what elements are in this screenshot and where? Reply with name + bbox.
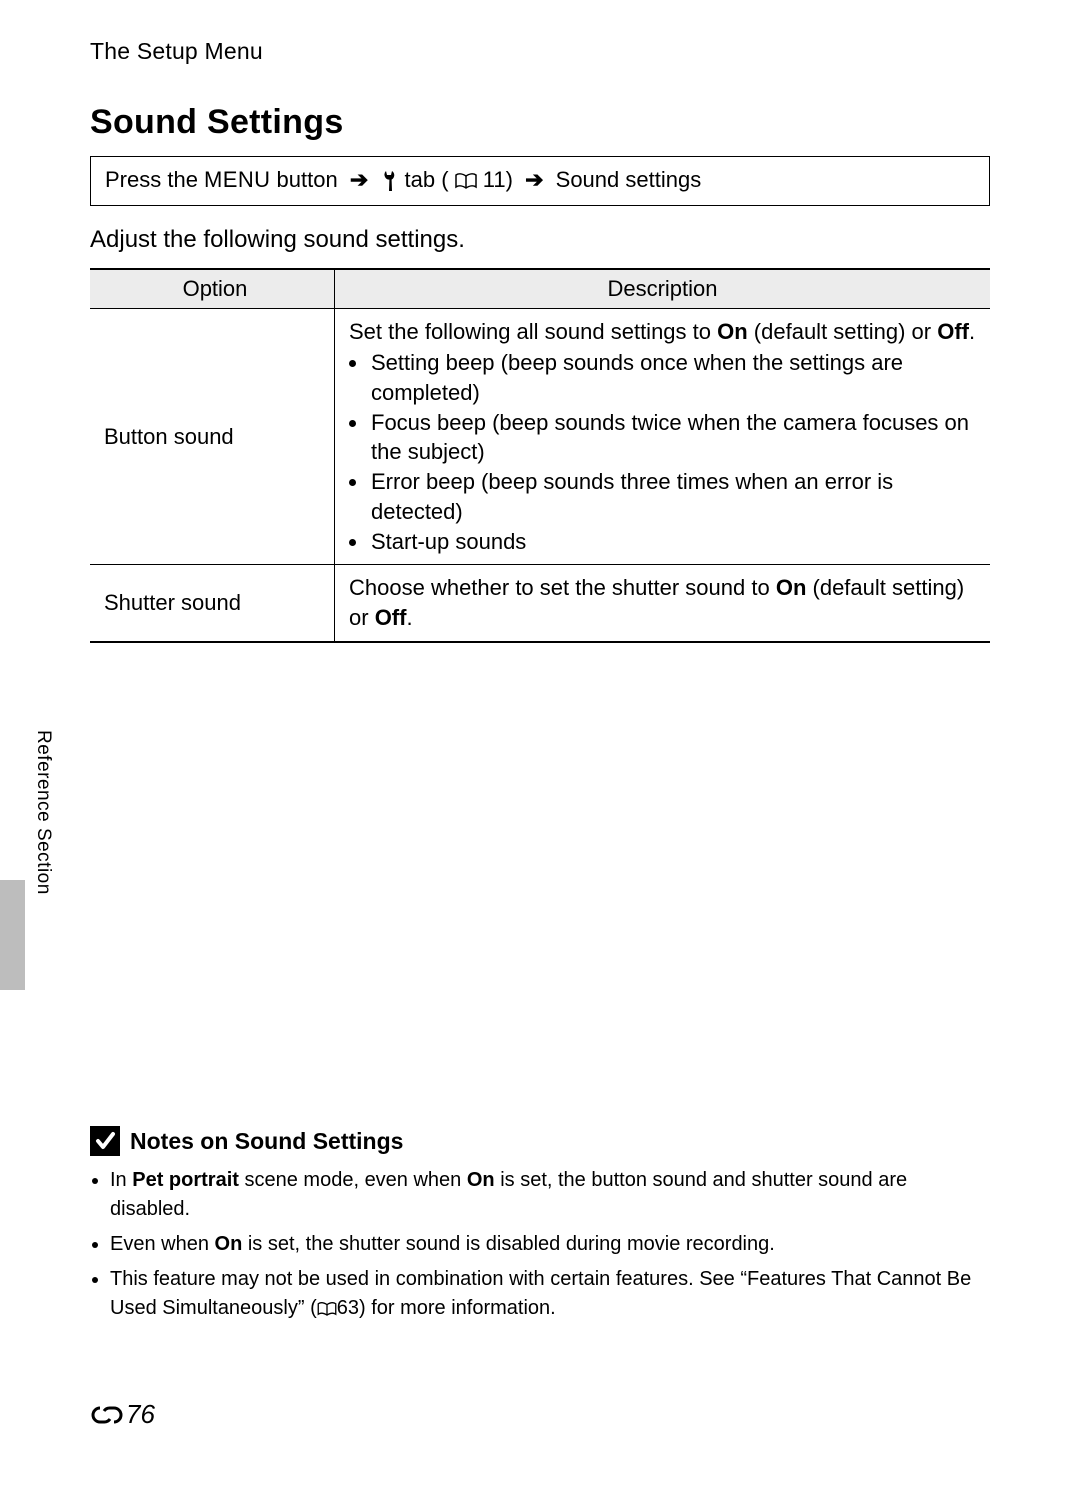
- reference-section-icon: [90, 1399, 124, 1430]
- menu-button-label: MENU: [204, 167, 270, 192]
- desc-bold: On: [776, 575, 807, 600]
- note-text: Even when: [110, 1233, 215, 1255]
- desc-bold: Off: [937, 319, 969, 344]
- nav-text: tab (: [405, 167, 449, 192]
- note-text: is set, the shutter sound is disabled du…: [242, 1233, 775, 1255]
- page-number-text: 76: [126, 1399, 155, 1430]
- book-icon: [449, 167, 483, 192]
- col-option: Option: [90, 269, 335, 309]
- note-text: In: [110, 1169, 132, 1191]
- arrow-icon: ➔: [344, 167, 374, 192]
- check-icon: [90, 1126, 120, 1156]
- desc-text: .: [969, 319, 975, 344]
- arrow-icon: ➔: [519, 167, 549, 192]
- desc-bold: On: [717, 319, 748, 344]
- desc-text: Choose whether to set the shutter sound …: [349, 575, 776, 600]
- list-item: This feature may not be used in combinat…: [110, 1265, 990, 1323]
- list-item: Even when On is set, the shutter sound i…: [110, 1230, 990, 1259]
- options-table: Option Description Button sound Set the …: [90, 268, 990, 643]
- option-desc: Set the following all sound settings to …: [335, 308, 991, 565]
- nav-path-box: Press the MENU button ➔ tab ( 11) ➔ Soun…: [90, 156, 990, 206]
- desc-text: .: [406, 605, 412, 630]
- notes-block: Notes on Sound Settings In Pet portrait …: [90, 1126, 990, 1329]
- page-number: 76: [90, 1399, 155, 1430]
- desc-bold: Off: [375, 605, 407, 630]
- table-row: Button sound Set the following all sound…: [90, 308, 990, 565]
- nav-text: ): [506, 167, 519, 192]
- page-title: Sound Settings: [90, 103, 990, 142]
- side-label: Reference Section: [32, 730, 54, 895]
- nav-text: button: [270, 167, 343, 192]
- book-icon: [317, 1297, 337, 1319]
- note-text: scene mode, even when: [239, 1169, 467, 1191]
- desc-text: (default setting) or: [748, 319, 938, 344]
- desc-text: Set the following all sound settings to: [349, 319, 717, 344]
- table-row: Shutter sound Choose whether to set the …: [90, 565, 990, 642]
- list-item: Setting beep (beep sounds once when the …: [369, 348, 980, 407]
- running-header: The Setup Menu: [90, 38, 990, 65]
- wrench-icon: [380, 167, 404, 192]
- nav-text: Press the: [105, 167, 204, 192]
- list-item: Focus beep (beep sounds twice when the c…: [369, 408, 980, 467]
- list-item: Error beep (beep sounds three times when…: [369, 467, 980, 526]
- note-bold: Pet portrait: [132, 1169, 239, 1191]
- note-bold: On: [467, 1169, 495, 1191]
- nav-ref: 11: [483, 167, 506, 192]
- note-text: ) for more information.: [359, 1297, 556, 1319]
- col-description: Description: [335, 269, 991, 309]
- side-tab-marker: [0, 880, 25, 990]
- note-ref: 63: [337, 1297, 359, 1319]
- list-item: In Pet portrait scene mode, even when On…: [110, 1166, 990, 1224]
- nav-target: Sound settings: [550, 167, 702, 192]
- side-tab: Reference Section: [0, 730, 56, 990]
- intro-text: Adjust the following sound settings.: [90, 226, 990, 254]
- option-name: Shutter sound: [90, 565, 335, 642]
- option-desc: Choose whether to set the shutter sound …: [335, 565, 991, 642]
- list-item: Start-up sounds: [369, 527, 980, 557]
- option-name: Button sound: [90, 308, 335, 565]
- note-bold: On: [215, 1233, 243, 1255]
- notes-title: Notes on Sound Settings: [130, 1128, 403, 1155]
